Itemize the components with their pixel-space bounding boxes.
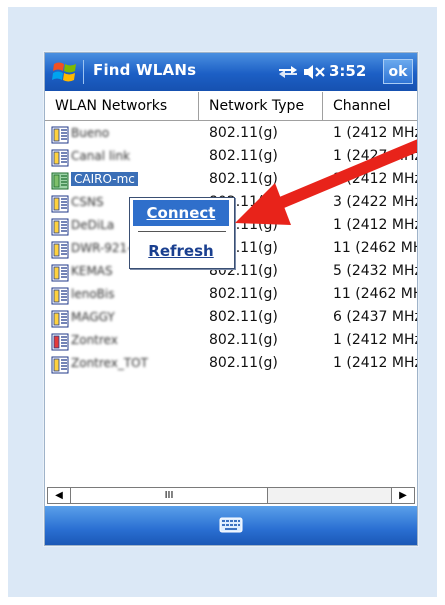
list-item[interactable]: Zontrex_TOT 802.11(g) 1 (2412 MHz) bbox=[45, 353, 417, 376]
windows-flag-icon[interactable] bbox=[51, 58, 79, 86]
wireless-network-icon bbox=[51, 310, 69, 328]
network-name: CAIRO-mc bbox=[71, 172, 138, 186]
red-arrow-annotation bbox=[235, 139, 417, 225]
list-item[interactable]: Zontrex 802.11(g) 1 (2412 MHz) bbox=[45, 330, 417, 353]
network-type: 802.11(g) bbox=[209, 355, 278, 371]
scroll-right-button[interactable]: ▶ bbox=[391, 488, 414, 503]
device-screen: Find WLANs 3:52 ok WLAN Networks Network… bbox=[44, 52, 418, 546]
app-title: Find WLANs bbox=[93, 61, 197, 79]
wireless-network-icon bbox=[51, 218, 69, 236]
list-item[interactable]: MAGGY 802.11(g) 6 (2437 MHz) bbox=[45, 307, 417, 330]
wireless-network-icon bbox=[51, 241, 69, 259]
network-name: Zontrex bbox=[71, 333, 118, 347]
network-channel: 11 (2462 MHz) bbox=[333, 286, 417, 302]
clock[interactable]: 3:52 bbox=[329, 62, 366, 80]
network-name: Bueno bbox=[71, 126, 110, 140]
network-name: lenoBis bbox=[71, 287, 115, 301]
network-name: Zontrex_TOT bbox=[71, 356, 148, 370]
network-channel: 5 (2432 MHz) bbox=[333, 263, 417, 279]
network-name: MAGGY bbox=[71, 310, 115, 324]
wireless-network-icon bbox=[51, 126, 69, 144]
bottom-menu-bar bbox=[45, 506, 417, 545]
list-header: WLAN Networks Network Type Channel bbox=[45, 92, 417, 121]
network-name: Canal link bbox=[71, 149, 131, 163]
volume-muted-icon[interactable] bbox=[303, 64, 327, 80]
refresh-menu-item[interactable]: Refresh bbox=[133, 238, 229, 264]
wireless-network-icon bbox=[51, 264, 69, 282]
list-item[interactable]: lenoBis 802.11(g) 11 (2462 MHz) bbox=[45, 284, 417, 307]
menu-separator bbox=[138, 231, 226, 232]
wireless-network-icon bbox=[51, 195, 69, 213]
connectivity-icon[interactable] bbox=[277, 64, 299, 80]
wireless-network-icon bbox=[51, 149, 69, 167]
scroll-left-button[interactable]: ◀ bbox=[48, 488, 71, 503]
wireless-network-icon bbox=[51, 172, 69, 190]
network-type: 802.11(g) bbox=[209, 286, 278, 302]
title-bar: Find WLANs 3:52 ok bbox=[45, 53, 417, 91]
column-header-wlan-networks[interactable]: WLAN Networks bbox=[45, 92, 199, 120]
connect-menu-item[interactable]: Connect bbox=[133, 200, 229, 226]
network-type: 802.11(g) bbox=[209, 309, 278, 325]
wireless-network-secured-icon bbox=[51, 333, 69, 351]
keyboard-icon[interactable] bbox=[219, 516, 243, 534]
network-channel: 1 (2412 MHz) bbox=[333, 355, 417, 371]
wireless-network-icon bbox=[51, 356, 69, 374]
network-type: 802.11(g) bbox=[209, 332, 278, 348]
wireless-network-icon bbox=[51, 287, 69, 305]
column-header-network-type[interactable]: Network Type bbox=[199, 92, 323, 120]
scroll-thumb[interactable]: III bbox=[70, 488, 268, 503]
ok-button[interactable]: ok bbox=[383, 59, 413, 84]
horizontal-scrollbar[interactable]: ◀ III ▶ bbox=[47, 487, 415, 504]
network-channel: 1 (2412 MHz) bbox=[333, 332, 417, 348]
context-menu: Connect Refresh bbox=[129, 197, 235, 269]
column-header-channel[interactable]: Channel bbox=[323, 92, 417, 120]
title-separator bbox=[83, 60, 84, 84]
network-channel: 6 (2437 MHz) bbox=[333, 309, 417, 325]
